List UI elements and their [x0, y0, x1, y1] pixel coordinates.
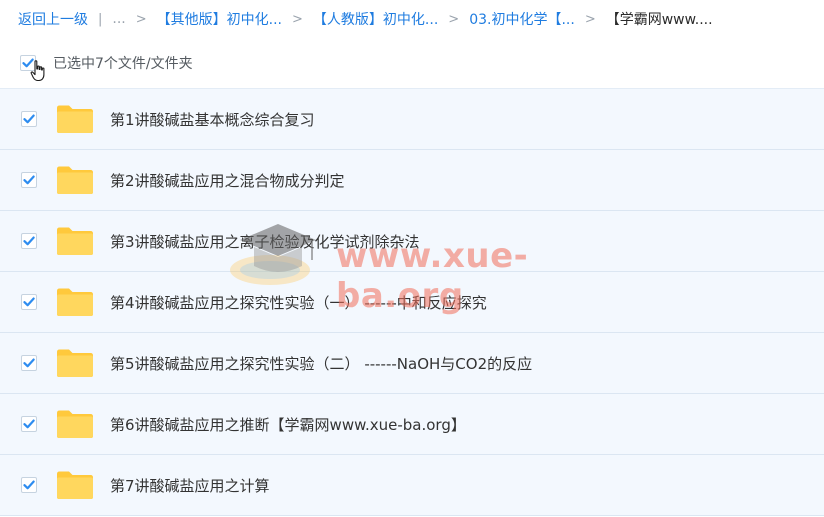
breadcrumb-separator: > [135, 11, 147, 27]
item-checkbox[interactable] [21, 294, 37, 310]
check-icon [23, 358, 35, 368]
item-checkbox[interactable] [21, 233, 37, 249]
breadcrumb-more[interactable]: ... [112, 11, 125, 27]
list-item[interactable]: 第5讲酸碱盐应用之探究性实验（二） ------NaOH与CO2的反应 [0, 333, 824, 394]
check-icon [23, 236, 35, 246]
breadcrumb-separator: | [98, 11, 103, 27]
breadcrumb-separator: > [448, 11, 460, 27]
breadcrumb-current: 【学霸网www.... [605, 12, 713, 28]
item-checkbox[interactable] [21, 477, 37, 493]
item-name[interactable]: 第1讲酸碱盐基本概念综合复习 [110, 109, 315, 130]
list-item[interactable]: 第3讲酸碱盐应用之离子检验及化学试剂除杂法 [0, 211, 824, 272]
folder-icon [57, 410, 93, 438]
item-name[interactable]: 第2讲酸碱盐应用之混合物成分判定 [110, 170, 345, 191]
folder-icon [57, 166, 93, 194]
item-checkbox[interactable] [21, 416, 37, 432]
back-link[interactable]: 返回上一级 [18, 9, 88, 29]
item-checkbox[interactable] [21, 172, 37, 188]
folder-icon [57, 288, 93, 316]
list-item[interactable]: 第4讲酸碱盐应用之探究性实验（一） ------中和反应探究 [0, 272, 824, 333]
item-name[interactable]: 第3讲酸碱盐应用之离子检验及化学试剂除杂法 [110, 231, 420, 252]
list-item[interactable]: 第1讲酸碱盐基本概念综合复习 [0, 88, 824, 150]
folder-icon [57, 349, 93, 377]
item-name[interactable]: 第5讲酸碱盐应用之探究性实验（二） ------NaOH与CO2的反应 [110, 353, 532, 374]
folder-icon [57, 105, 93, 133]
breadcrumb-item[interactable]: 【人教版】初中化... [313, 9, 438, 29]
breadcrumb-separator: > [584, 11, 596, 27]
item-name[interactable]: 第6讲酸碱盐应用之推断【学霸网www.xue-ba.org】 [110, 414, 466, 435]
folder-icon [57, 227, 93, 255]
list-item[interactable]: 第6讲酸碱盐应用之推断【学霸网www.xue-ba.org】 [0, 394, 824, 455]
file-browser: 返回上一级 | ... > 【其他版】初中化... > 【人教版】初中化... … [0, 0, 824, 517]
item-name[interactable]: 第7讲酸碱盐应用之计算 [110, 475, 270, 496]
item-checkbox[interactable] [21, 355, 37, 371]
breadcrumb-item[interactable]: 03.初中化学【... [469, 9, 575, 29]
check-icon [23, 419, 35, 429]
list-item[interactable]: 第2讲酸碱盐应用之混合物成分判定 [0, 150, 824, 211]
folder-icon [57, 471, 93, 499]
item-name[interactable]: 第4讲酸碱盐应用之探究性实验（一） ------中和反应探究 [110, 292, 487, 313]
selection-status: 已选中7个文件/文件夹 [53, 56, 193, 72]
check-icon [23, 175, 35, 185]
item-checkbox[interactable] [21, 111, 37, 127]
check-icon [23, 480, 35, 490]
hand-cursor-icon [30, 60, 45, 82]
breadcrumb: 返回上一级 | ... > 【其他版】初中化... > 【人教版】初中化... … [18, 9, 713, 29]
file-list: 第1讲酸碱盐基本概念综合复习 第2讲酸碱盐应用之混合物成分判定 第3讲酸碱盐应用… [0, 88, 824, 516]
breadcrumb-separator: > [292, 11, 303, 27]
list-item[interactable]: 第7讲酸碱盐应用之计算 [0, 455, 824, 516]
check-icon [23, 297, 35, 307]
breadcrumb-item[interactable]: 【其他版】初中化... [157, 9, 282, 29]
check-icon [23, 114, 35, 124]
